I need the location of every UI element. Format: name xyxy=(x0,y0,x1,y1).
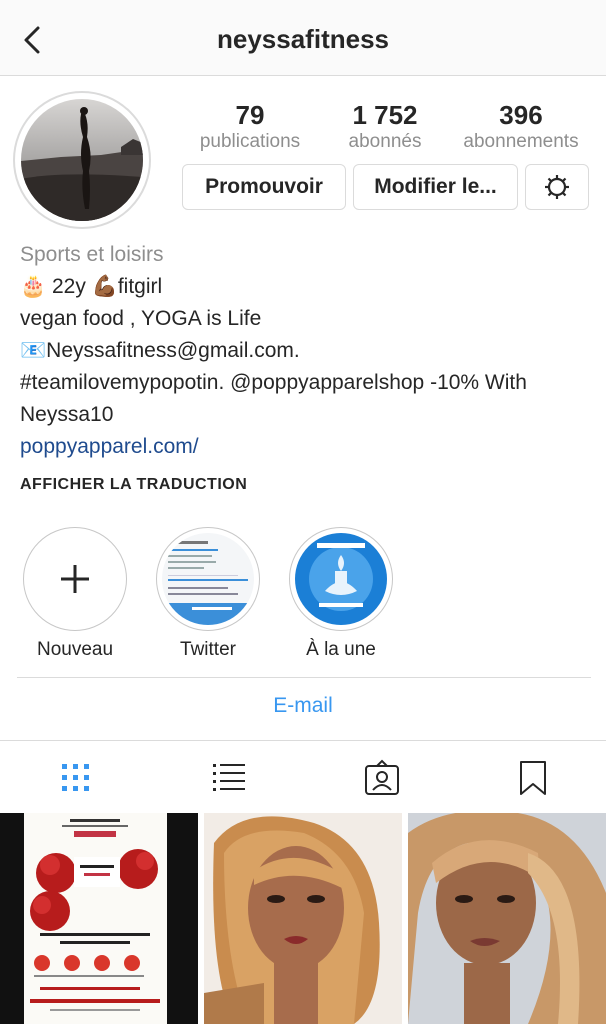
stat-followers[interactable]: 1 752 abonnés xyxy=(326,100,444,154)
profile-category: Sports et loisirs xyxy=(20,243,164,266)
stat-following[interactable]: 396 abonnements xyxy=(452,100,590,154)
highlight-featured[interactable]: À la une xyxy=(288,527,394,661)
bio-line: vegan food , YOGA is Life xyxy=(20,307,262,330)
highlight-thumbnail xyxy=(295,533,387,625)
following-count: 396 xyxy=(499,100,543,130)
top-bar: neyssafitness xyxy=(0,0,606,76)
settings-button[interactable] xyxy=(525,164,589,210)
list-icon xyxy=(213,764,245,791)
highlight-label: Twitter xyxy=(180,639,236,660)
saved-icon xyxy=(520,761,546,795)
bio-section: Sports et loisirs 🎂 22y 💪🏾fitgirl vegan … xyxy=(20,239,600,463)
followers-label: abonnés xyxy=(348,131,422,152)
tagged-tab[interactable] xyxy=(362,758,402,798)
posts-label: publications xyxy=(199,131,301,152)
highlight-ring xyxy=(156,527,260,631)
bio-line: Neyssa10 xyxy=(20,403,114,426)
grid-view-tab[interactable] xyxy=(56,758,96,798)
following-label: abonnements xyxy=(463,131,579,152)
stat-posts[interactable]: 79 publications xyxy=(188,100,312,154)
highlight-label: Nouveau xyxy=(36,639,114,660)
divider xyxy=(0,740,606,741)
bio-line: #teamilovemypopotin. @poppyapparelshop -… xyxy=(20,371,527,394)
bio-line: 📧Neyssafitness@gmail.com. xyxy=(20,339,300,362)
tagged-icon xyxy=(365,759,399,795)
highlight-ring xyxy=(289,527,393,631)
list-view-tab[interactable] xyxy=(209,758,249,798)
highlight-thumbnail xyxy=(162,533,254,625)
followers-count: 1 752 xyxy=(352,100,418,130)
plus-icon xyxy=(60,564,89,593)
show-translation-button[interactable]: AFFICHER LA TRADUCTION xyxy=(20,476,247,494)
highlight-ring xyxy=(23,527,127,631)
email-contact-button[interactable]: E-mail xyxy=(0,694,606,718)
grid-icon xyxy=(62,764,89,791)
divider xyxy=(17,677,591,678)
highlight-new[interactable]: Nouveau xyxy=(22,527,128,661)
edit-profile-button[interactable]: Modifier le... xyxy=(353,164,518,210)
avatar-photo xyxy=(21,99,143,221)
profile-username-title: neyssafitness xyxy=(217,24,389,54)
highlight-label: À la une xyxy=(306,639,376,660)
gear-icon xyxy=(545,175,569,199)
saved-tab[interactable] xyxy=(513,758,553,798)
highlight-twitter[interactable]: Twitter xyxy=(155,527,261,661)
post-thumbnail[interactable] xyxy=(0,813,198,1024)
post-thumbnail[interactable] xyxy=(204,813,402,1024)
post-thumbnail[interactable] xyxy=(408,813,606,1024)
bio-line: 🎂 22y 💪🏾fitgirl xyxy=(20,275,163,298)
profile-avatar[interactable] xyxy=(13,91,151,229)
promote-button[interactable]: Promouvoir xyxy=(182,164,346,210)
website-link[interactable]: poppyapparel.com/ xyxy=(20,431,600,463)
posts-count: 79 xyxy=(235,100,265,130)
